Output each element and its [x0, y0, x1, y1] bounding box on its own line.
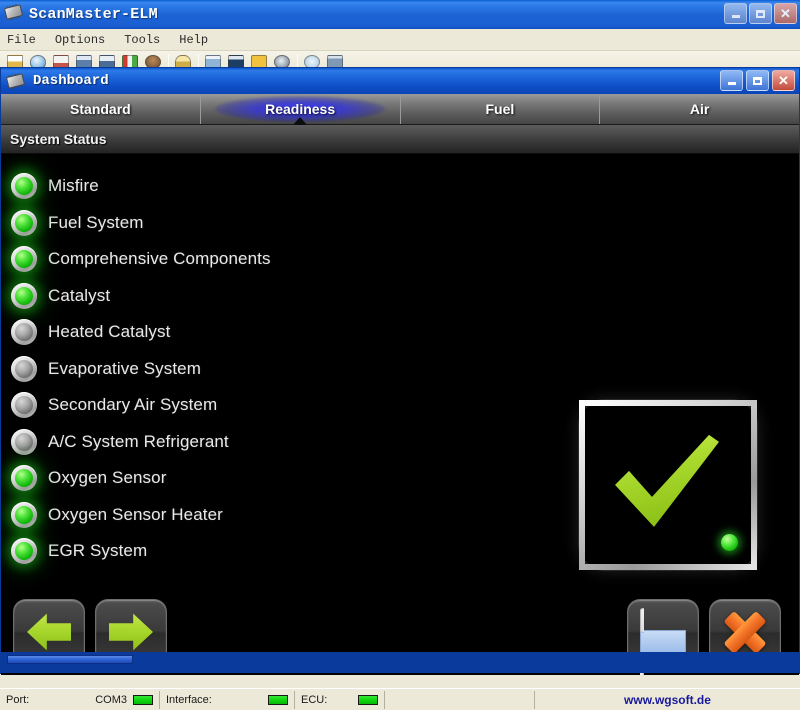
status-row: Secondary Air System: [11, 387, 441, 424]
dashboard-tabs: Standard Readiness Fuel Air: [1, 94, 799, 125]
minimize-icon[interactable]: [724, 3, 747, 24]
close-icon[interactable]: ✕: [774, 3, 797, 24]
statusbar-port-cell: Port: COM3: [0, 691, 160, 709]
status-led-comprehensive-components: [11, 246, 37, 272]
main-window-controls: ✕: [724, 3, 797, 24]
status-led-oxygen-sensor-heater: [11, 502, 37, 528]
maximize-icon[interactable]: [749, 3, 772, 24]
interface-status-led: [268, 695, 288, 705]
menu-item-file[interactable]: File: [7, 31, 45, 49]
status-led-fuel-system: [11, 210, 37, 236]
dashboard-content: Misfire Fuel System Comprehensive Compon…: [1, 154, 799, 675]
statusbar-ecu-label: ECU:: [301, 694, 327, 706]
main-window-title: ScanMaster-ELM: [29, 6, 158, 23]
status-led-catalyst: [11, 283, 37, 309]
system-status-label: System Status: [10, 131, 106, 147]
status-label-fuel-system: Fuel System: [48, 213, 144, 233]
maximize-icon[interactable]: [746, 70, 769, 91]
x-close-icon: [723, 610, 767, 654]
tab-air-label: Air: [690, 101, 709, 117]
statusbar-interface-label: Interface:: [166, 694, 212, 706]
tab-readiness[interactable]: Readiness: [201, 94, 401, 124]
status-row: Evaporative System: [11, 351, 441, 388]
arrow-right-icon: [109, 612, 153, 652]
horizontal-scrollbar-thumb[interactable]: [7, 655, 133, 664]
menu-item-tools[interactable]: Tools: [124, 31, 169, 49]
status-row: Oxygen Sensor: [11, 460, 441, 497]
status-row: A/C System Refrigerant: [11, 424, 441, 461]
statusbar: Port: COM3 Interface: ECU: www.wgsoft.de: [0, 688, 800, 710]
application-window: ScanMaster-ELM ✕ File Options Tools Help: [0, 0, 800, 710]
status-row: Misfire: [11, 168, 441, 205]
chip-icon: [7, 72, 29, 90]
minimize-icon[interactable]: [720, 70, 743, 91]
tab-readiness-label: Readiness: [265, 101, 335, 117]
tab-air[interactable]: Air: [600, 94, 799, 124]
status-label-evaporative-system: Evaporative System: [48, 359, 201, 379]
menu-item-options[interactable]: Options: [55, 31, 114, 49]
checkmark-icon: [609, 431, 727, 535]
readiness-result-panel: [579, 400, 757, 570]
chip-icon: [5, 6, 25, 24]
system-status-header: System Status: [1, 125, 799, 154]
statusbar-interface-cell: Interface:: [160, 691, 295, 709]
status-row: EGR System: [11, 533, 441, 570]
port-status-led: [133, 695, 153, 705]
status-row: Heated Catalyst: [11, 314, 441, 351]
status-label-catalyst: Catalyst: [48, 286, 110, 306]
status-label-oxygen-sensor-heater: Oxygen Sensor Heater: [48, 505, 223, 525]
statusbar-url-cell[interactable]: www.wgsoft.de: [535, 691, 800, 709]
close-icon[interactable]: ✕: [772, 70, 795, 91]
readiness-status-list: Misfire Fuel System Comprehensive Compon…: [11, 168, 441, 570]
status-label-heated-catalyst: Heated Catalyst: [48, 322, 170, 342]
tab-standard-label: Standard: [70, 101, 131, 117]
status-label-comprehensive-components: Comprehensive Components: [48, 249, 271, 269]
dashboard-bottom-strip: [1, 652, 799, 673]
menu-item-help[interactable]: Help: [179, 31, 217, 49]
dashboard-window-controls: ✕: [720, 70, 795, 91]
status-row: Oxygen Sensor Heater: [11, 497, 441, 534]
arrow-left-icon: [27, 612, 71, 652]
statusbar-port-label: Port:: [6, 694, 29, 706]
website-url[interactable]: www.wgsoft.de: [624, 693, 711, 707]
status-label-egr-system: EGR System: [48, 541, 147, 561]
status-label-secondary-air-system: Secondary Air System: [48, 395, 217, 415]
tab-standard[interactable]: Standard: [1, 94, 201, 124]
menubar: File Options Tools Help: [0, 29, 800, 51]
status-led-misfire: [11, 173, 37, 199]
status-row: Comprehensive Components: [11, 241, 441, 278]
statusbar-spacer: [385, 691, 535, 709]
status-row: Fuel System: [11, 205, 441, 242]
status-led-oxygen-sensor: [11, 465, 37, 491]
status-led-ac-system-refrigerant: [11, 429, 37, 455]
tab-fuel[interactable]: Fuel: [401, 94, 601, 124]
tab-fuel-label: Fuel: [485, 101, 514, 117]
statusbar-port-value: COM3: [95, 694, 127, 706]
status-led-evaporative-system: [11, 356, 37, 382]
ecu-status-led: [358, 695, 378, 705]
status-label-misfire: Misfire: [48, 176, 99, 196]
status-led-heated-catalyst: [11, 319, 37, 345]
status-led-secondary-air-system: [11, 392, 37, 418]
tab-active-indicator: [293, 117, 307, 125]
monitor-icon: [640, 612, 686, 652]
dashboard-titlebar: Dashboard ✕: [1, 68, 799, 94]
dashboard-title: Dashboard: [33, 73, 109, 89]
status-led-egr-system: [11, 538, 37, 564]
green-led-icon: [721, 534, 738, 551]
status-label-ac-system-refrigerant: A/C System Refrigerant: [48, 432, 229, 452]
status-row: Catalyst: [11, 278, 441, 315]
statusbar-ecu-cell: ECU:: [295, 691, 385, 709]
main-window-titlebar: ScanMaster-ELM ✕: [0, 0, 800, 29]
status-label-oxygen-sensor: Oxygen Sensor: [48, 468, 166, 488]
dashboard-window: Dashboard ✕ Standard Readiness: [0, 67, 800, 674]
